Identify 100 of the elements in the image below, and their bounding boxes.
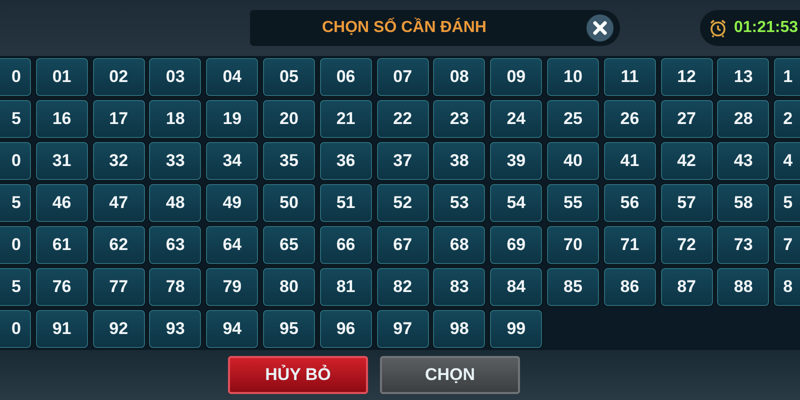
number-cell[interactable]: 19 <box>206 100 258 138</box>
number-cell[interactable]: 83 <box>433 268 486 306</box>
number-cell[interactable]: 40 <box>546 142 599 180</box>
number-cell[interactable]: 5 <box>0 268 31 306</box>
number-cell[interactable]: 91 <box>36 310 88 348</box>
number-cell[interactable]: 49 <box>206 184 258 222</box>
number-cell[interactable]: 63 <box>149 226 202 264</box>
number-cell[interactable]: 31 <box>36 142 88 180</box>
close-icon[interactable] <box>585 13 615 43</box>
number-cell[interactable]: 08 <box>433 58 486 96</box>
number-cell[interactable]: 57 <box>660 184 713 222</box>
number-cell[interactable]: 03 <box>149 58 202 96</box>
number-cell[interactable]: 98 <box>433 310 486 348</box>
number-cell[interactable]: 18 <box>149 100 202 138</box>
number-cell[interactable]: 2 <box>774 100 800 138</box>
number-cell[interactable]: 52 <box>376 184 429 222</box>
number-cell[interactable]: 04 <box>206 58 258 96</box>
number-cell[interactable]: 13 <box>717 58 770 96</box>
number-cell[interactable]: 27 <box>660 100 713 138</box>
number-cell[interactable]: 87 <box>660 268 713 306</box>
number-cell[interactable]: 47 <box>92 184 145 222</box>
number-cell[interactable]: 46 <box>36 184 88 222</box>
number-cell[interactable]: 01 <box>36 58 88 96</box>
number-cell[interactable]: 22 <box>376 100 429 138</box>
number-cell[interactable]: 10 <box>546 58 599 96</box>
number-cell[interactable]: 11 <box>604 58 656 96</box>
number-cell[interactable]: 53 <box>433 184 486 222</box>
number-cell[interactable]: 06 <box>320 58 372 96</box>
number-cell[interactable]: 37 <box>376 142 429 180</box>
number-cell[interactable]: 71 <box>604 226 656 264</box>
number-cell[interactable]: 97 <box>376 310 429 348</box>
number-cell[interactable]: 09 <box>490 58 542 96</box>
number-cell[interactable]: 76 <box>36 268 88 306</box>
number-cell[interactable]: 20 <box>262 100 315 138</box>
number-cell[interactable]: 92 <box>92 310 145 348</box>
number-cell[interactable]: 5 <box>774 184 800 222</box>
cancel-button[interactable]: HỦY BỎ <box>228 356 368 394</box>
number-cell[interactable]: 12 <box>660 58 713 96</box>
number-cell[interactable]: 80 <box>262 268 315 306</box>
number-cell[interactable]: 70 <box>546 226 599 264</box>
number-cell[interactable]: 36 <box>320 142 372 180</box>
number-cell[interactable]: 62 <box>92 226 145 264</box>
number-cell[interactable]: 96 <box>320 310 372 348</box>
number-cell[interactable]: 78 <box>149 268 202 306</box>
number-cell[interactable]: 51 <box>320 184 372 222</box>
number-cell[interactable]: 55 <box>546 184 599 222</box>
number-cell[interactable]: 50 <box>262 184 315 222</box>
number-cell[interactable]: 43 <box>717 142 770 180</box>
number-cell[interactable]: 26 <box>604 100 656 138</box>
number-cell[interactable]: 0 <box>0 58 31 96</box>
number-cell[interactable]: 68 <box>433 226 486 264</box>
number-cell[interactable]: 66 <box>320 226 372 264</box>
number-cell[interactable]: 0 <box>0 310 31 348</box>
choose-button[interactable]: CHỌN <box>380 356 520 394</box>
number-cell[interactable]: 69 <box>490 226 542 264</box>
number-cell[interactable]: 42 <box>660 142 713 180</box>
number-cell[interactable]: 0 <box>0 226 31 264</box>
number-cell[interactable]: 88 <box>717 268 770 306</box>
number-cell[interactable]: 05 <box>262 58 315 96</box>
number-cell[interactable]: 81 <box>320 268 372 306</box>
number-cell[interactable]: 38 <box>433 142 486 180</box>
number-cell[interactable]: 16 <box>36 100 88 138</box>
number-cell[interactable]: 67 <box>376 226 429 264</box>
number-cell[interactable]: 72 <box>660 226 713 264</box>
number-cell[interactable]: 48 <box>149 184 202 222</box>
number-cell[interactable]: 56 <box>604 184 656 222</box>
number-cell[interactable]: 1 <box>774 58 800 96</box>
number-cell[interactable]: 35 <box>262 142 315 180</box>
number-cell[interactable]: 0 <box>0 142 31 180</box>
number-cell[interactable]: 24 <box>490 100 542 138</box>
number-cell[interactable]: 61 <box>36 226 88 264</box>
number-cell[interactable]: 28 <box>717 100 770 138</box>
number-cell[interactable]: 58 <box>717 184 770 222</box>
number-cell[interactable]: 93 <box>149 310 202 348</box>
number-cell[interactable]: 5 <box>0 184 31 222</box>
number-cell[interactable]: 82 <box>376 268 429 306</box>
number-cell[interactable]: 41 <box>604 142 656 180</box>
number-cell[interactable]: 79 <box>206 268 258 306</box>
number-cell[interactable]: 25 <box>546 100 599 138</box>
number-cell[interactable]: 86 <box>604 268 656 306</box>
number-cell[interactable]: 73 <box>717 226 770 264</box>
number-cell[interactable]: 07 <box>376 58 429 96</box>
number-cell[interactable]: 99 <box>490 310 542 348</box>
number-cell[interactable]: 4 <box>774 142 800 180</box>
number-cell[interactable]: 64 <box>206 226 258 264</box>
number-cell[interactable]: 7 <box>774 226 800 264</box>
number-cell[interactable]: 33 <box>149 142 202 180</box>
number-cell[interactable]: 23 <box>433 100 486 138</box>
number-cell[interactable]: 21 <box>320 100 372 138</box>
number-cell[interactable]: 17 <box>92 100 145 138</box>
number-cell[interactable]: 77 <box>92 268 145 306</box>
number-cell[interactable]: 95 <box>262 310 315 348</box>
number-cell[interactable]: 84 <box>490 268 542 306</box>
number-cell[interactable]: 5 <box>0 100 31 138</box>
number-cell[interactable]: 85 <box>546 268 599 306</box>
number-cell[interactable]: 32 <box>92 142 145 180</box>
number-cell[interactable]: 34 <box>206 142 258 180</box>
number-cell[interactable]: 39 <box>490 142 542 180</box>
number-cell[interactable]: 54 <box>490 184 542 222</box>
number-cell[interactable]: 65 <box>262 226 315 264</box>
